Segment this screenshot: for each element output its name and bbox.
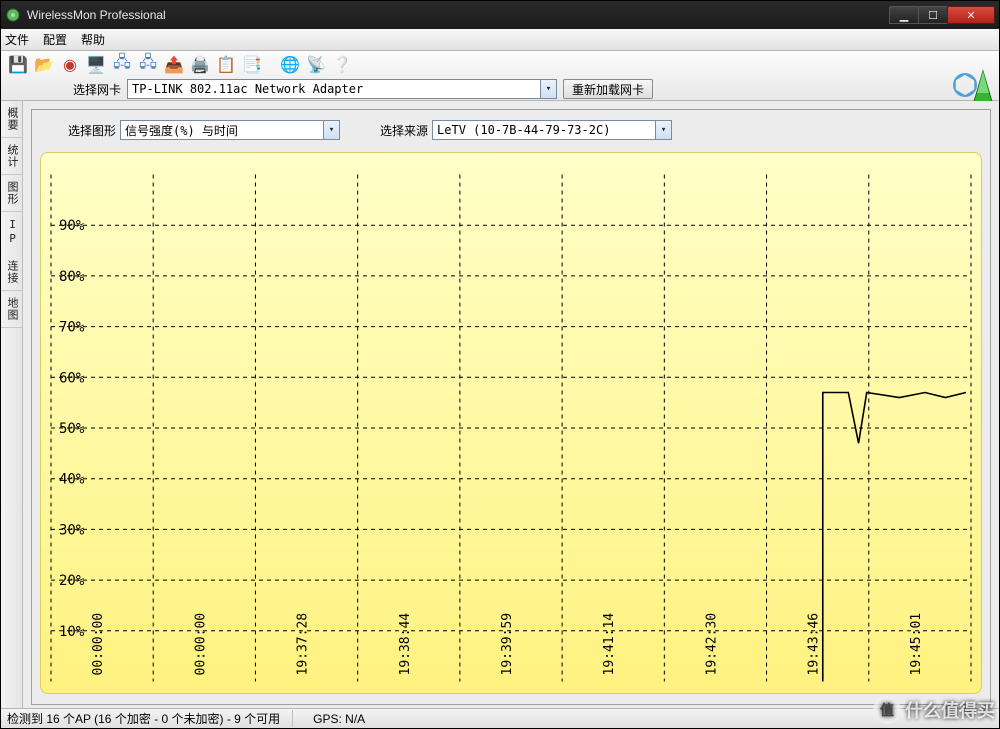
svg-text:19:38:44: 19:38:44 [398, 613, 413, 676]
svg-text:19:39:59: 19:39:59 [500, 613, 515, 676]
svg-text:19:41:14: 19:41:14 [602, 613, 617, 676]
svg-text:19:43:46: 19:43:46 [807, 613, 822, 676]
workarea: 概要 统计 图形 IP 连接 地图 选择图形 信号强度(%) 与时间 ▾ 选择来… [1, 101, 999, 708]
tab-map[interactable]: 地图 [1, 291, 22, 328]
menu-file[interactable]: 文件 [5, 31, 29, 48]
help-icon[interactable]: ❔ [331, 54, 353, 76]
toolbar: 💾 📂 ◉ 🖥️ 🖧 🖧 📤 🖨️ 📋 📑 🌐 📡 ❔ 选择网卡 TP-LINK… [1, 51, 999, 101]
svg-text:10%: 10% [59, 624, 85, 640]
svg-text:50%: 50% [59, 421, 85, 437]
minimize-button[interactable]: ▁ [889, 6, 919, 24]
globe-icon[interactable]: 🌐 [279, 54, 301, 76]
menu-config[interactable]: 配置 [43, 31, 67, 48]
svg-text:30%: 30% [59, 522, 85, 538]
select-chart-value: 信号强度(%) 与时间 [125, 122, 238, 139]
svg-text:80%: 80% [59, 269, 85, 285]
toolbar-icons: 💾 📂 ◉ 🖥️ 🖧 🖧 📤 🖨️ 📋 📑 🌐 📡 ❔ [7, 53, 993, 76]
svg-text:19:37:28: 19:37:28 [296, 613, 311, 676]
chevron-down-icon: ▾ [540, 80, 556, 98]
select-source-label: 选择来源 [380, 122, 428, 139]
app-logo [953, 67, 993, 105]
svg-text:19:42:30: 19:42:30 [704, 613, 719, 676]
speaker-icon[interactable]: 📡 [305, 54, 327, 76]
network1-icon[interactable]: 🖥️ [85, 54, 107, 76]
svg-text:70%: 70% [59, 320, 85, 336]
main-panel: 选择图形 信号强度(%) 与时间 ▾ 选择来源 LeTV (10-7B-44-7… [23, 101, 999, 708]
status-ap-summary: 检测到 16 个AP (16 个加密 - 0 个未加密) - 9 个可用 [7, 710, 293, 727]
chevron-down-icon: ▾ [655, 121, 671, 139]
app-icon [5, 7, 21, 23]
tab-ip[interactable]: IP 连接 [1, 212, 22, 291]
record-icon[interactable]: ◉ [59, 54, 81, 76]
select-chart-combo[interactable]: 信号强度(%) 与时间 ▾ [120, 120, 340, 140]
svg-text:20%: 20% [59, 573, 85, 589]
svg-text:00:00:00: 00:00:00 [193, 613, 208, 676]
titlebar: WirelessMon Professional ▁ ☐ ✕ [1, 1, 999, 29]
select-source-value: LeTV (10-7B-44-79-73-2C) [437, 123, 610, 137]
select-source-combo[interactable]: LeTV (10-7B-44-79-73-2C) ▾ [432, 120, 672, 140]
export-icon[interactable]: 📤 [163, 54, 185, 76]
status-gps: GPS: N/A [313, 712, 377, 726]
save-icon[interactable]: 💾 [7, 54, 29, 76]
clipboard-icon[interactable]: 📑 [241, 54, 263, 76]
svg-text:90%: 90% [59, 218, 85, 234]
network3-icon[interactable]: 🖧 [137, 54, 159, 76]
window-title: WirelessMon Professional [27, 8, 890, 22]
svg-text:40%: 40% [59, 472, 85, 488]
print-icon[interactable]: 🖨️ [189, 54, 211, 76]
svg-text:60%: 60% [59, 370, 85, 386]
chevron-down-icon: ▾ [323, 121, 339, 139]
adapter-select[interactable]: TP-LINK 802.11ac Network Adapter ▾ [127, 79, 557, 99]
graph-panel: 选择图形 信号强度(%) 与时间 ▾ 选择来源 LeTV (10-7B-44-7… [31, 109, 991, 705]
menu-help[interactable]: 帮助 [81, 31, 105, 48]
graph-selectors: 选择图形 信号强度(%) 与时间 ▾ 选择来源 LeTV (10-7B-44-7… [40, 118, 982, 142]
svg-text:19:45:01: 19:45:01 [909, 613, 924, 676]
window-controls: ▁ ☐ ✕ [890, 6, 995, 24]
svg-text:00:00:00: 00:00:00 [91, 613, 106, 676]
maximize-button[interactable]: ☐ [918, 6, 948, 24]
reload-adapter-button[interactable]: 重新加载网卡 [563, 79, 653, 99]
tab-graph[interactable]: 图形 [1, 175, 22, 212]
menubar: 文件 配置 帮助 [1, 29, 999, 51]
adapter-label: 选择网卡 [73, 81, 121, 98]
adapter-value: TP-LINK 802.11ac Network Adapter [132, 82, 363, 96]
signal-chart: 10% 20% 30% 40% 50% 60% 70% 80% 90% 00:00:00 00:00… [40, 152, 982, 694]
log-icon[interactable]: 📋 [215, 54, 237, 76]
side-tabs: 概要 统计 图形 IP 连接 地图 [1, 101, 23, 708]
close-button[interactable]: ✕ [947, 6, 995, 24]
statusbar: 检测到 16 个AP (16 个加密 - 0 个未加密) - 9 个可用 GPS… [1, 708, 999, 728]
folder-icon[interactable]: 📂 [33, 54, 55, 76]
network2-icon[interactable]: 🖧 [111, 54, 133, 76]
adapter-row: 选择网卡 TP-LINK 802.11ac Network Adapter ▾ … [7, 78, 993, 100]
tab-summary[interactable]: 概要 [1, 101, 22, 138]
select-chart-label: 选择图形 [68, 122, 116, 139]
tab-stats[interactable]: 统计 [1, 138, 22, 175]
